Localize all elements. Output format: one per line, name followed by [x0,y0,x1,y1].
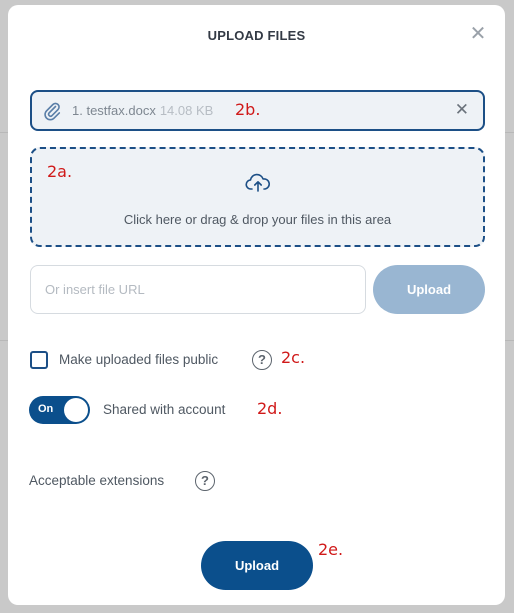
annotation-2e: 2e. [318,540,344,559]
annotation-2b: 2b. [235,100,261,119]
file-dropzone[interactable]: Click here or drag & drop your files in … [30,147,485,247]
toggle-knob [64,398,88,422]
upload-button[interactable]: Upload [201,541,313,590]
toggle-state-text: On [38,403,54,415]
remove-file-icon[interactable]: ✕ [455,100,469,120]
annotation-2d: 2d. [257,399,283,418]
make-public-label: Make uploaded files public [59,352,219,367]
modal-title: UPLOAD FILES [207,28,306,43]
url-upload-button[interactable]: Upload [373,265,485,314]
question-circle-icon[interactable]: ? [252,350,272,370]
paperclip-icon [44,102,61,121]
file-url-input[interactable] [30,265,366,314]
file-name-text: 1. testfax.docx [72,103,156,118]
shared-with-account-label: Shared with account [103,402,226,417]
question-circle-icon[interactable]: ? [195,471,215,491]
annotation-2c: 2c. [281,348,306,367]
shared-with-account-toggle[interactable]: On [29,396,90,424]
dropzone-text: Click here or drag & drop your files in … [123,212,392,227]
make-public-checkbox[interactable] [30,351,48,369]
acceptable-extensions-label: Acceptable extensions [29,473,165,488]
upload-files-modal: UPLOAD FILES ✕ 1. testfax.docx 14.08 KB ✕… [8,5,505,605]
cloud-upload-icon [245,173,270,192]
file-size: 14.08 KB [159,103,214,118]
file-name: 1. testfax.docx 14.08 KB [72,103,213,118]
annotation-2a: 2a. [47,162,73,181]
close-icon[interactable]: ✕ [469,24,487,44]
